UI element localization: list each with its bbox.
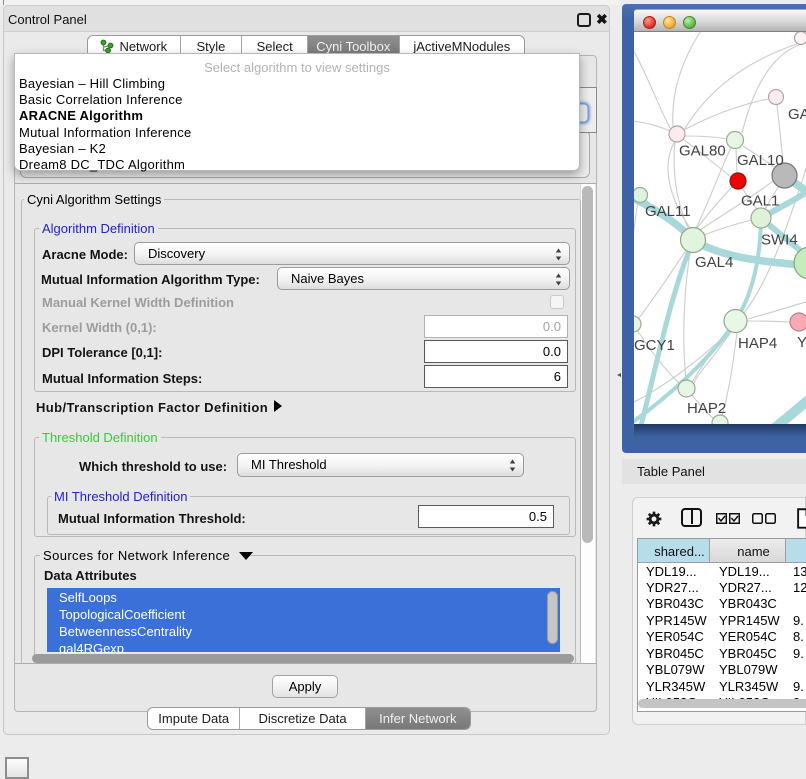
svg-text:HAP4: HAP4 — [738, 335, 777, 352]
svg-text:GAL11: GAL11 — [645, 203, 691, 220]
svg-text:GAL1: GAL1 — [741, 193, 779, 210]
svg-text:GCY1: GCY1 — [634, 337, 675, 354]
svg-text:HAP2: HAP2 — [687, 400, 726, 417]
svg-text:GAL80: GAL80 — [679, 143, 726, 160]
svg-text:GAL4: GAL4 — [695, 254, 733, 271]
svg-text:SWI4: SWI4 — [761, 232, 798, 249]
svg-text:GAL10: GAL10 — [737, 152, 784, 169]
svg-text:Y: Y — [797, 334, 806, 351]
svg-text:GAL8: GAL8 — [788, 106, 806, 123]
